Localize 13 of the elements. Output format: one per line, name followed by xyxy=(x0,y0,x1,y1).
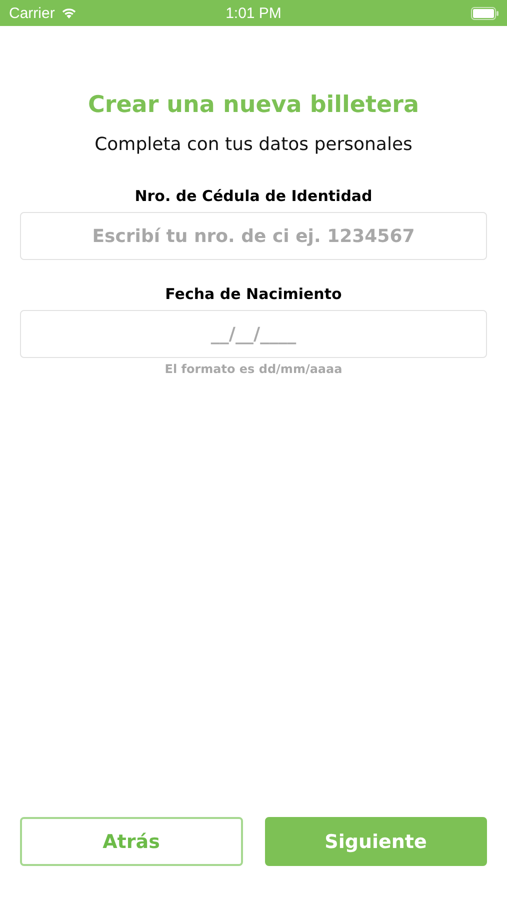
field-label: Fecha de Nacimiento xyxy=(165,284,342,304)
field-hint: El formato es dd/mm/aaaa xyxy=(164,362,342,376)
battery-icon xyxy=(471,6,499,20)
nav-button[interactable]: Atrás xyxy=(20,817,242,866)
clock-time: 1:01 PM xyxy=(226,4,282,22)
wifi-icon xyxy=(60,7,77,19)
nav-button[interactable]: Siguiente xyxy=(264,817,487,866)
input-field[interactable]: Escribí tu nro. de ci ej. 1234567 xyxy=(20,212,487,260)
field-label: Nro. de Cédula de Identidad xyxy=(134,186,372,206)
page-title: Crear una nueva billetera xyxy=(86,91,420,120)
carrier-name: Carrier xyxy=(9,4,55,22)
input-field[interactable]: __/__/____ xyxy=(20,310,487,358)
page-subtitle: Completa con tus datos personales xyxy=(94,133,414,157)
